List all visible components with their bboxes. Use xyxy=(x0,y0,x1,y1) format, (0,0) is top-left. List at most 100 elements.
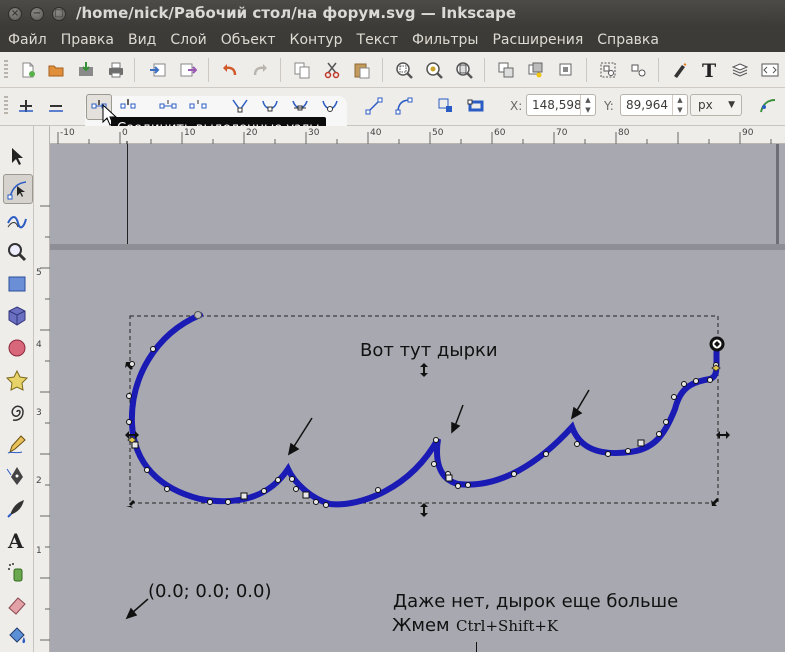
menu-edit[interactable]: Правка xyxy=(54,32,121,48)
menu-filters[interactable]: Фильтры xyxy=(405,32,485,48)
h-ruler-label: 0 xyxy=(122,128,128,138)
menu-file[interactable]: Файл xyxy=(0,32,54,48)
separator xyxy=(280,58,281,82)
selector-tool-icon[interactable] xyxy=(3,142,31,170)
ellipse-tool-icon[interactable] xyxy=(3,334,31,362)
h-ruler-label: 50 xyxy=(432,128,444,138)
spiral-tool-icon[interactable] xyxy=(3,398,31,426)
unlink-clone-icon[interactable] xyxy=(554,58,578,82)
menu-object[interactable]: Объект xyxy=(214,32,283,48)
y-label: Y: xyxy=(604,99,614,113)
y-coordinate-field[interactable]: 89,964 ▲ ▼ xyxy=(620,94,688,116)
toolbar-grip[interactable] xyxy=(4,60,8,80)
menu-text[interactable]: Текст xyxy=(350,32,405,48)
clone-icon[interactable] xyxy=(524,58,548,82)
segment-curve-icon[interactable] xyxy=(392,94,416,118)
h-ruler-label: 90 xyxy=(742,128,754,138)
break-node-icon[interactable] xyxy=(116,94,140,118)
h-ruler-label: 20 xyxy=(246,128,258,138)
node-tool-icon[interactable] xyxy=(3,174,33,204)
path-effect-icon[interactable] xyxy=(756,94,780,118)
node-auto-icon[interactable] xyxy=(318,94,342,118)
maximize-window-button[interactable]: □ xyxy=(52,7,66,21)
segment-line-icon[interactable] xyxy=(362,94,386,118)
vertical-ruler[interactable]: 5 4 3 2 1 xyxy=(34,126,50,652)
star-tool-icon[interactable] xyxy=(3,366,31,394)
join-segment-icon[interactable] xyxy=(156,94,180,118)
layers-icon[interactable] xyxy=(728,58,752,82)
x-spin-arrows[interactable]: ▲ ▼ xyxy=(580,95,595,115)
h-ruler-label: 30 xyxy=(308,128,320,138)
menu-path[interactable]: Контур xyxy=(283,32,350,48)
calligraphy-tool-icon[interactable] xyxy=(3,494,31,522)
menu-extensions[interactable]: Расширения xyxy=(485,32,590,48)
separator xyxy=(208,58,209,82)
zoom-drawing-icon[interactable] xyxy=(422,58,446,82)
drawing xyxy=(125,311,730,620)
path-start-node xyxy=(194,311,202,319)
text-tool-icon[interactable]: A xyxy=(3,526,31,554)
horizontal-ruler[interactable]: -10 0 10 20 30 40 50 60 70 80 90 xyxy=(50,126,785,144)
chevron-down-icon: ▼ xyxy=(728,100,735,110)
menu-help[interactable]: Справка xyxy=(590,32,666,48)
3d-box-tool-icon[interactable] xyxy=(3,302,31,330)
v-ruler-label: 3 xyxy=(36,408,42,418)
drawing-canvas[interactable]: Вот тут дырки (0.0; 0.0; 0.0) Даже нет, … xyxy=(50,144,785,652)
zoom-selection-icon[interactable] xyxy=(392,58,416,82)
separator xyxy=(134,58,135,82)
h-ruler-label: 10 xyxy=(184,128,196,138)
window-title-bar: × − □ /home/nick/Рабочий стол/на форум.s… xyxy=(0,0,785,28)
spray-tool-icon[interactable] xyxy=(3,558,31,586)
print-icon[interactable] xyxy=(104,58,128,82)
svg-text:T: T xyxy=(702,60,716,80)
duplicate-icon[interactable] xyxy=(494,58,518,82)
separator xyxy=(382,58,383,82)
group-icon[interactable] xyxy=(596,58,620,82)
node-symmetric-icon[interactable] xyxy=(288,94,312,118)
rectangle-tool-icon[interactable] xyxy=(3,270,31,298)
text-font-icon[interactable]: T xyxy=(698,58,722,82)
eraser-tool-icon[interactable] xyxy=(3,590,31,618)
open-icon[interactable] xyxy=(44,58,68,82)
import-icon[interactable] xyxy=(146,58,170,82)
fill-stroke-icon[interactable] xyxy=(668,58,692,82)
v-ruler-label: 1 xyxy=(36,546,42,556)
menu-view[interactable]: Вид xyxy=(121,32,163,48)
stroke-to-path-icon[interactable] xyxy=(464,94,488,118)
paint-bucket-tool-icon[interactable] xyxy=(3,622,31,650)
redo-icon[interactable] xyxy=(248,58,272,82)
unit-select[interactable]: px ▼ xyxy=(690,94,742,116)
pencil-tool-icon[interactable] xyxy=(3,430,31,458)
v-ruler-label: 4 xyxy=(36,340,42,350)
node-cusp-icon[interactable] xyxy=(228,94,252,118)
save-icon[interactable] xyxy=(74,58,98,82)
vertical-ruler-ticks xyxy=(40,205,50,641)
horizontal-ruler-ticks xyxy=(57,132,772,144)
copy-icon[interactable] xyxy=(290,58,314,82)
minimize-window-button[interactable]: − xyxy=(30,7,44,21)
pen-tool-icon[interactable] xyxy=(3,462,31,490)
undo-icon[interactable] xyxy=(218,58,242,82)
x-coordinate-field[interactable]: 148,598 ▲ ▼ xyxy=(526,94,596,116)
node-smooth-icon[interactable] xyxy=(258,94,282,118)
y-spin-arrows[interactable]: ▲ ▼ xyxy=(672,95,687,115)
cut-icon[interactable] xyxy=(320,58,344,82)
new-document-icon[interactable] xyxy=(16,58,40,82)
v-ruler-label: 2 xyxy=(36,476,42,486)
path-nodes xyxy=(126,346,719,508)
xml-editor-icon[interactable] xyxy=(758,58,782,82)
h-ruler-label: 80 xyxy=(618,128,630,138)
object-to-path-icon[interactable] xyxy=(434,94,458,118)
menu-bar: Файл Правка Вид Слой Объект Контур Текст… xyxy=(0,28,785,52)
zoom-tool-icon[interactable] xyxy=(3,238,31,266)
ungroup-icon[interactable] xyxy=(626,58,650,82)
export-icon[interactable] xyxy=(176,58,200,82)
close-window-button[interactable]: × xyxy=(8,7,22,21)
delete-segment-icon[interactable] xyxy=(186,94,210,118)
menu-layer[interactable]: Слой xyxy=(163,32,213,48)
zoom-page-icon[interactable] xyxy=(452,58,476,82)
h-ruler-label: 40 xyxy=(370,128,382,138)
paste-icon[interactable] xyxy=(350,58,374,82)
tweak-tool-icon[interactable] xyxy=(3,206,31,234)
window-title: /home/nick/Рабочий стол/на форум.svg — I… xyxy=(76,4,517,22)
